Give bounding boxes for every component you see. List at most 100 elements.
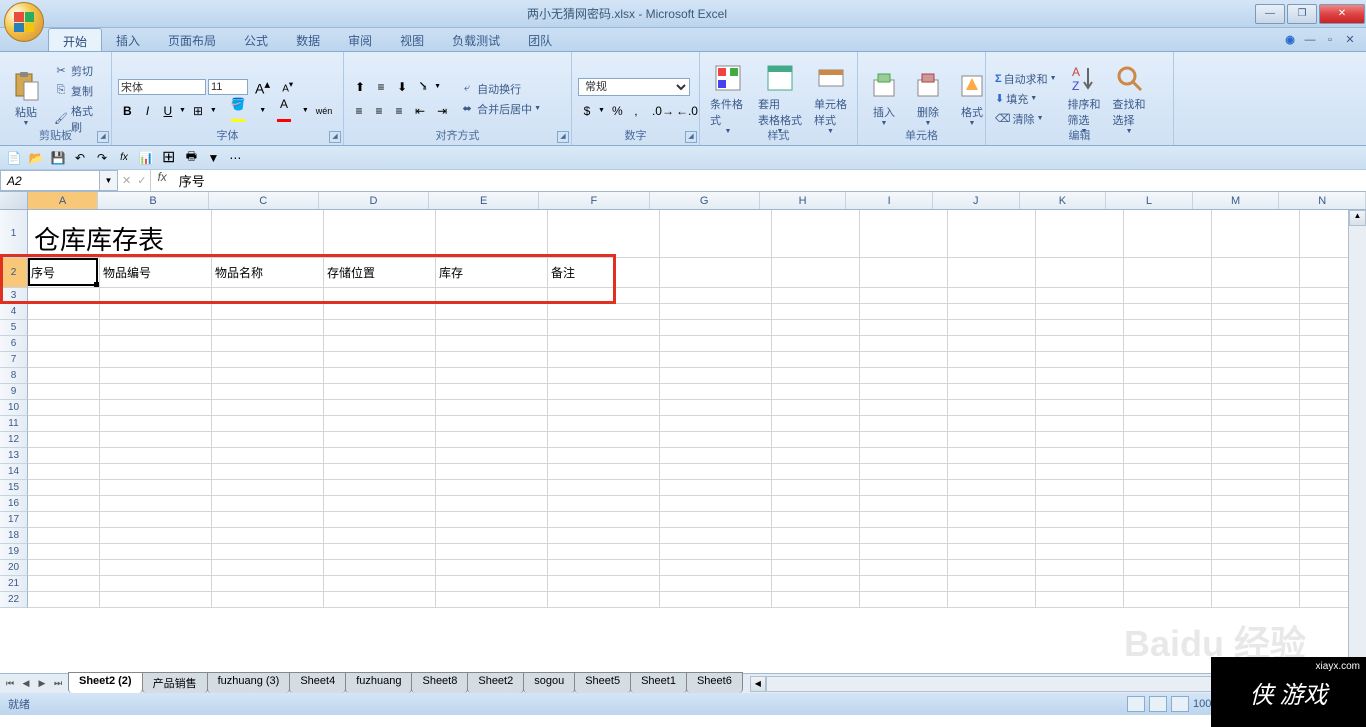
cell-M21[interactable]	[1212, 576, 1300, 592]
cell-L6[interactable]	[1124, 336, 1212, 352]
cell-H20[interactable]	[772, 560, 860, 576]
maximize-button[interactable]: ❐	[1287, 4, 1317, 24]
cell-G15[interactable]	[660, 480, 772, 496]
cell-H1[interactable]	[772, 210, 860, 258]
cell-L11[interactable]	[1124, 416, 1212, 432]
cell-G2[interactable]	[660, 258, 772, 288]
font-launcher[interactable]: ◢	[329, 131, 341, 143]
cell-M16[interactable]	[1212, 496, 1300, 512]
increase-decimal-button[interactable]: .0→	[647, 101, 669, 121]
cell-L9[interactable]	[1124, 384, 1212, 400]
cell-F5[interactable]	[548, 320, 660, 336]
cell-M10[interactable]	[1212, 400, 1300, 416]
italic-button[interactable]: I	[139, 101, 157, 121]
cell-A6[interactable]	[28, 336, 100, 352]
cell-H5[interactable]	[772, 320, 860, 336]
cell-A21[interactable]	[28, 576, 100, 592]
cell-L2[interactable]	[1124, 258, 1212, 288]
tab-view[interactable]: 视图	[386, 28, 438, 51]
cell-A15[interactable]	[28, 480, 100, 496]
tab-nav-first[interactable]: ⏮	[2, 678, 18, 689]
cell-H11[interactable]	[772, 416, 860, 432]
cell-E7[interactable]	[436, 352, 548, 368]
cell-G18[interactable]	[660, 528, 772, 544]
col-header-J[interactable]: J	[933, 192, 1020, 209]
cell-E8[interactable]	[436, 368, 548, 384]
qat-save-button[interactable]: 💾	[48, 148, 68, 168]
cell-G14[interactable]	[660, 464, 772, 480]
cell-A4[interactable]	[28, 304, 100, 320]
cell-H4[interactable]	[772, 304, 860, 320]
col-header-C[interactable]: C	[209, 192, 319, 209]
cell-H18[interactable]	[772, 528, 860, 544]
cell-G21[interactable]	[660, 576, 772, 592]
row-header-11[interactable]: 11	[0, 416, 28, 432]
cell-E18[interactable]	[436, 528, 548, 544]
cell-J11[interactable]	[948, 416, 1036, 432]
cell-D19[interactable]	[324, 544, 436, 560]
cell-C22[interactable]	[212, 592, 324, 608]
cell-I12[interactable]	[860, 432, 948, 448]
orientation-button[interactable]: ⭸	[414, 73, 432, 100]
cell-K10[interactable]	[1036, 400, 1124, 416]
cell-K3[interactable]	[1036, 288, 1124, 304]
cell-D1[interactable]	[324, 210, 436, 258]
cell-K13[interactable]	[1036, 448, 1124, 464]
comma-button[interactable]: ,	[627, 101, 645, 121]
row-header-1[interactable]: 1	[0, 210, 28, 258]
cell-M7[interactable]	[1212, 352, 1300, 368]
sheet-tab-3[interactable]: Sheet4	[289, 672, 346, 693]
tab-pagelayout[interactable]: 页面布局	[154, 28, 230, 51]
cell-I19[interactable]	[860, 544, 948, 560]
row-header-5[interactable]: 5	[0, 320, 28, 336]
cell-E15[interactable]	[436, 480, 548, 496]
cell-C16[interactable]	[212, 496, 324, 512]
underline-button[interactable]: U	[159, 101, 178, 121]
cell-I6[interactable]	[860, 336, 948, 352]
autosum-button[interactable]: Σ自动求和▼	[992, 70, 1060, 88]
cell-H15[interactable]	[772, 480, 860, 496]
cell-E12[interactable]	[436, 432, 548, 448]
cell-F19[interactable]	[548, 544, 660, 560]
cell-M3[interactable]	[1212, 288, 1300, 304]
cell-J2[interactable]	[948, 258, 1036, 288]
cell-I21[interactable]	[860, 576, 948, 592]
cell-F14[interactable]	[548, 464, 660, 480]
cell-D20[interactable]	[324, 560, 436, 576]
cell-L16[interactable]	[1124, 496, 1212, 512]
row-header-17[interactable]: 17	[0, 512, 28, 528]
sheet-tab-10[interactable]: Sheet6	[686, 672, 743, 693]
cell-J16[interactable]	[948, 496, 1036, 512]
cell-I17[interactable]	[860, 512, 948, 528]
cell-H10[interactable]	[772, 400, 860, 416]
cell-D8[interactable]	[324, 368, 436, 384]
cell-A11[interactable]	[28, 416, 100, 432]
decrease-decimal-button[interactable]: ←.0	[671, 101, 693, 121]
cell-A10[interactable]	[28, 400, 100, 416]
cell-M1[interactable]	[1212, 210, 1300, 258]
indent-increase-button[interactable]: ⇥	[432, 101, 452, 121]
cell-G22[interactable]	[660, 592, 772, 608]
row-header-18[interactable]: 18	[0, 528, 28, 544]
cell-A20[interactable]	[28, 560, 100, 576]
merge-button[interactable]: ⬌合并后居中▼	[456, 100, 544, 118]
row-header-6[interactable]: 6	[0, 336, 28, 352]
fx-icon[interactable]: fx	[151, 170, 172, 191]
cell-I7[interactable]	[860, 352, 948, 368]
font-color-button[interactable]: A	[268, 94, 300, 128]
qat-filter-button[interactable]: ▼	[203, 148, 223, 168]
cell-M22[interactable]	[1212, 592, 1300, 608]
align-top-button[interactable]: ⬆	[350, 77, 370, 97]
cell-K15[interactable]	[1036, 480, 1124, 496]
cell-J6[interactable]	[948, 336, 1036, 352]
row-header-7[interactable]: 7	[0, 352, 28, 368]
cell-B20[interactable]	[100, 560, 212, 576]
cell-G4[interactable]	[660, 304, 772, 320]
cell-E4[interactable]	[436, 304, 548, 320]
cell-C6[interactable]	[212, 336, 324, 352]
border-button[interactable]: ⊞	[188, 101, 208, 121]
cell-L8[interactable]	[1124, 368, 1212, 384]
cell-J5[interactable]	[948, 320, 1036, 336]
cell-H19[interactable]	[772, 544, 860, 560]
cell-K1[interactable]	[1036, 210, 1124, 258]
